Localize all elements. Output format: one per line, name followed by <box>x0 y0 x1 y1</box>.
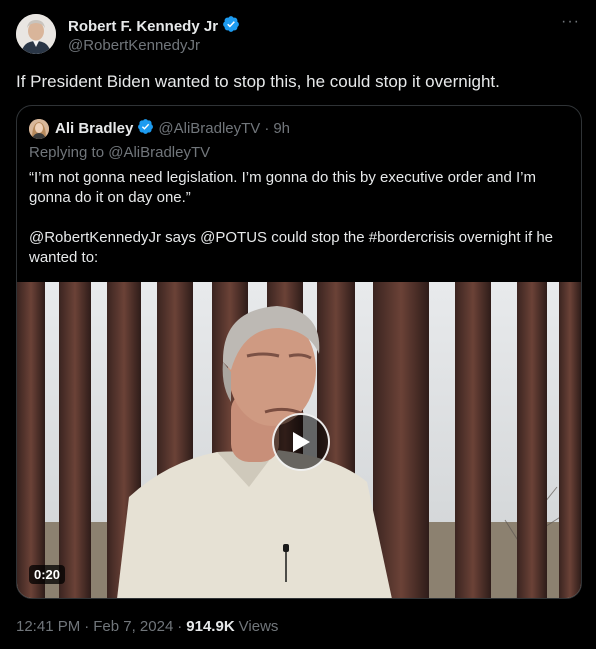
quoted-author-name[interactable]: Ali Bradley <box>55 120 133 137</box>
quoted-tweet-card[interactable]: Ali Bradley @AliBradleyTV · 9h Replying … <box>16 105 582 599</box>
author-name[interactable]: Robert F. Kennedy Jr <box>68 18 218 35</box>
quoted-tweet-text: “I’m not gonna need legislation. I’m gon… <box>29 168 559 288</box>
post-time[interactable]: 12:41 PM <box>16 618 80 635</box>
quoted-paragraph-1: “I’m not gonna need legislation. I’m gon… <box>29 169 536 206</box>
views-label: Views <box>238 618 279 635</box>
video-player[interactable]: 0:20 <box>17 282 581 598</box>
quoted-separator: · <box>264 120 270 137</box>
quoted-paragraph-2: @RobertKennedyJr says @POTUS could stop … <box>29 229 554 266</box>
quoted-tweet-header: Ali Bradley @AliBradleyTV · 9h <box>29 118 290 139</box>
verified-badge-icon <box>222 15 240 38</box>
author-handle[interactable]: @RobertKennedyJr <box>68 37 200 54</box>
tweet-text: If President Biden wanted to stop this, … <box>16 72 500 91</box>
views-count[interactable]: 914.9K <box>186 618 234 635</box>
quoted-author-avatar[interactable] <box>29 118 49 139</box>
meta-separator: · <box>84 618 90 635</box>
play-button[interactable] <box>272 413 330 471</box>
quoted-timestamp[interactable]: 9h <box>273 120 290 137</box>
tweet-meta: 12:41 PM · Feb 7, 2024 · 914.9K Views <box>16 618 278 635</box>
post-date[interactable]: Feb 7, 2024 <box>93 618 173 635</box>
play-icon <box>293 432 310 452</box>
meta-separator: · <box>177 618 183 635</box>
quoted-author-handle[interactable]: @AliBradleyTV <box>158 120 260 137</box>
video-duration: 0:20 <box>29 565 66 584</box>
quoted-verified-badge-icon <box>137 118 154 139</box>
replying-to: Replying to @AliBradleyTV <box>29 144 211 161</box>
author-avatar[interactable] <box>16 14 56 54</box>
author-name-row: Robert F. Kennedy Jr <box>68 15 240 38</box>
more-options-icon[interactable]: ··· <box>561 13 580 31</box>
